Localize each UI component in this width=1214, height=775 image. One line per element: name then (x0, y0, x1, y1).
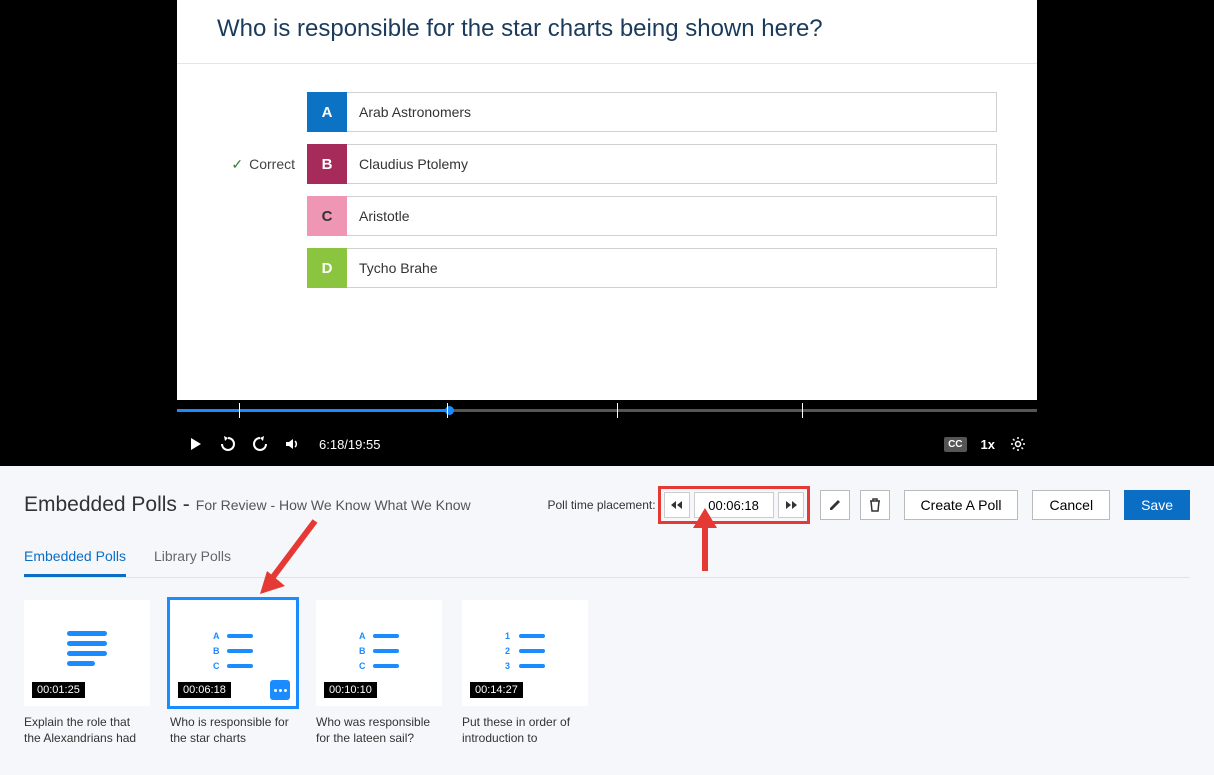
essay-icon (25, 631, 149, 666)
ordering-icon: 1 2 3 (463, 631, 587, 671)
cancel-button[interactable]: Cancel (1032, 490, 1110, 520)
answer-list: ✓Correct A Arab Astronomers ✓ Correct B C… (177, 64, 1037, 288)
poll-card-title: Put these in order of introduction to (462, 714, 588, 746)
captions-button[interactable]: CC (944, 437, 966, 452)
answer-row[interactable]: ✓ Correct B Claudius Ptolemy (217, 144, 997, 184)
answer-letter: C (307, 196, 347, 236)
placement-label: Poll time placement: (548, 498, 656, 512)
settings-icon[interactable] (1009, 435, 1027, 453)
card-menu-button[interactable] (270, 680, 290, 700)
time-placement-input[interactable] (694, 492, 774, 518)
answer-row[interactable]: ✓Correct D Tycho Brahe (217, 248, 997, 288)
seek-progress (177, 409, 449, 412)
time-display: 6:18/19:55 (319, 437, 380, 452)
timestamp-badge: 00:01:25 (32, 682, 85, 698)
correct-label: Correct (249, 156, 295, 172)
time-placement-group (658, 486, 810, 524)
timestamp-badge: 00:14:27 (470, 682, 523, 698)
speed-button[interactable]: 1x (981, 437, 995, 452)
panel-header: Embedded Polls - For Review - How We Kno… (24, 486, 1190, 524)
tab-embedded-polls[interactable]: Embedded Polls (24, 548, 126, 577)
poll-card-title: Who is responsible for the star charts (170, 714, 296, 746)
edit-button[interactable] (820, 490, 850, 520)
poll-card[interactable]: A B C 00:10:10 (316, 600, 442, 706)
correct-indicator: ✓ Correct (217, 156, 307, 173)
poll-marker[interactable] (239, 403, 240, 418)
create-poll-button[interactable]: Create A Poll (904, 490, 1019, 520)
answer-text: Tycho Brahe (347, 248, 997, 288)
poll-question-overlay: Who is responsible for the star charts b… (177, 0, 1037, 400)
tab-bar: Embedded Polls Library Polls (24, 548, 1190, 578)
multiple-choice-icon: A B C (171, 631, 295, 671)
embedded-polls-panel: Embedded Polls - For Review - How We Kno… (0, 466, 1214, 746)
check-icon: ✓ (231, 156, 243, 173)
poll-card-title: Explain the role that the Alexandrians h… (24, 714, 150, 746)
poll-card[interactable]: A B C 00:06:18 (170, 600, 296, 706)
answer-letter: A (307, 92, 347, 132)
poll-card-title: Who was responsible for the lateen sail? (316, 714, 442, 746)
tab-library-polls[interactable]: Library Polls (154, 548, 231, 577)
answer-letter: D (307, 248, 347, 288)
player-controls: 6:18/19:55 CC 1x (177, 422, 1037, 466)
answer-row[interactable]: ✓Correct A Arab Astronomers (217, 92, 997, 132)
volume-icon[interactable] (283, 435, 301, 453)
poll-card-list: 00:01:25 Explain the role that the Alexa… (24, 600, 1190, 746)
seek-bar[interactable] (177, 400, 1037, 422)
poll-card[interactable]: 00:01:25 (24, 600, 150, 706)
panel-title: Embedded Polls - (24, 493, 190, 517)
poll-card[interactable]: 1 2 3 00:14:27 (462, 600, 588, 706)
step-forward-button[interactable] (778, 492, 804, 518)
rewind-icon[interactable] (219, 435, 237, 453)
answer-text: Claudius Ptolemy (347, 144, 997, 184)
multiple-choice-icon: A B C (317, 631, 441, 671)
answer-row[interactable]: ✓Correct C Aristotle (217, 196, 997, 236)
poll-marker[interactable] (617, 403, 618, 418)
question-title: Who is responsible for the star charts b… (177, 0, 1037, 64)
save-button[interactable]: Save (1124, 490, 1190, 520)
video-player-region: Who is responsible for the star charts b… (0, 0, 1214, 466)
step-back-button[interactable] (664, 492, 690, 518)
timestamp-badge: 00:10:10 (324, 682, 377, 698)
answer-text: Aristotle (347, 196, 997, 236)
poll-marker[interactable] (802, 403, 803, 418)
poll-marker[interactable] (447, 403, 448, 418)
timestamp-badge: 00:06:18 (178, 682, 231, 698)
forward-icon[interactable] (251, 435, 269, 453)
panel-subtitle: For Review - How We Know What We Know (196, 497, 471, 513)
play-icon[interactable] (187, 435, 205, 453)
answer-letter: B (307, 144, 347, 184)
answer-text: Arab Astronomers (347, 92, 997, 132)
delete-button[interactable] (860, 490, 890, 520)
